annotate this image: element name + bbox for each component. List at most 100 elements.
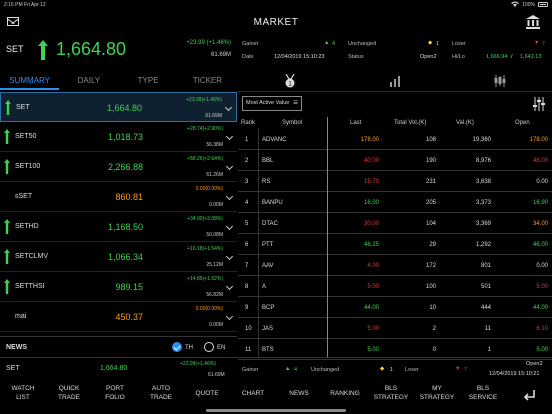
cell-last: 5.00 <box>367 347 379 353</box>
up-arrow-icon <box>4 219 10 234</box>
cell-total-vol: 104 <box>425 221 436 227</box>
index-row-name: SET50 <box>15 133 37 140</box>
chevron-down-icon[interactable] <box>225 132 234 141</box>
nav-bls-strategy[interactable]: BLS STRATEGY <box>368 381 414 408</box>
index-row[interactable]: mai 450.37 0.00(0.00%) 0.00M <box>0 302 237 332</box>
table-row[interactable]: 6 PTT 46.25 29 1,292 46.00 <box>238 234 552 255</box>
nav-label: MY <box>432 385 442 392</box>
table-row[interactable]: 2 BBL 40.00 190 8,976 48.00 <box>238 150 552 171</box>
nav-watch-list[interactable]: WATCH LIST <box>0 381 46 408</box>
table-row[interactable]: 10 JAS 5.00 2 11 6.10 <box>238 318 552 339</box>
tab-candlestick[interactable] <box>447 70 552 91</box>
table-row[interactable]: 1 ADVANC 178.00 108 19,360 178.00 <box>238 129 552 150</box>
back-button[interactable] <box>506 381 552 408</box>
tab-ticker[interactable]: TICKER <box>178 70 237 90</box>
index-name: SET <box>6 44 24 54</box>
cell-symbol: AAV <box>262 263 274 269</box>
nav-label: LIST <box>16 394 30 401</box>
chevron-down-icon[interactable] <box>225 282 234 291</box>
table-row[interactable]: 5 DTAC 30.00 104 3,369 34.00 <box>238 213 552 234</box>
candlestick-icon <box>494 74 506 87</box>
cell-last: 30.00 <box>363 221 379 227</box>
footer-index-change: +23.99(+1.46%) <box>180 361 216 367</box>
ranking-table: Rank Symbol Last Total Vol.(K) Val.(K) O… <box>238 117 552 360</box>
nav-chart[interactable]: CHART <box>230 381 276 408</box>
up-arrow-icon <box>5 100 11 115</box>
nav-bls-service[interactable]: BLS SERVICE <box>460 381 506 408</box>
sliders-icon[interactable] <box>532 97 546 111</box>
cell-last: 40.00 <box>363 158 379 164</box>
market-stats: Gainer ▲ 4 Unchanged ◆ 1 Loser ▼ 7 Date … <box>238 35 552 68</box>
index-row-last: 450.37 <box>115 312 143 322</box>
index-row[interactable]: SETTHSI 989.15 +14.85(+1.52%) 56.82M <box>0 272 237 302</box>
footer-index-volume: 61.69M <box>208 372 225 378</box>
index-row-last: 1,018.73 <box>107 132 143 142</box>
nav-quick-trade[interactable]: QUICK TRADE <box>46 381 92 408</box>
cell-val: 444 <box>480 305 491 311</box>
mail-icon[interactable] <box>7 17 19 26</box>
nav-ranking[interactable]: RANKING <box>322 381 368 408</box>
cell-open: 178.00 <box>529 137 548 143</box>
chevron-down-icon[interactable] <box>224 103 233 112</box>
index-row[interactable]: SETHD 1,168.50 +34.90(+3.08%) 50.08M <box>0 212 237 242</box>
index-row[interactable]: sSET 860.81 0.00(0.00%) 0.00M <box>0 182 237 212</box>
chevron-down-icon[interactable] <box>225 222 234 231</box>
chevron-down-icon[interactable] <box>225 312 234 321</box>
footer-index-name: SET <box>6 365 20 372</box>
table-row[interactable]: 4 BANPU 16.00 205 3,373 16.90 <box>238 192 552 213</box>
index-row[interactable]: SET100 2,266.88 +58.26(+2.64%) 61.26M <box>0 152 237 182</box>
tab-type[interactable]: TYPE <box>119 70 178 90</box>
nav-news[interactable]: NEWS <box>276 381 322 408</box>
cell-rank: 2 <box>245 158 249 164</box>
nav-my-strategy[interactable]: MY STRATEGY <box>414 381 460 408</box>
nav-port-folio[interactable]: PORT FOLIO <box>92 381 138 408</box>
cell-last: 44.00 <box>363 305 379 311</box>
tab-ranking-medal[interactable]: 1 <box>238 70 343 91</box>
index-row-volume: 50.08M <box>206 232 223 238</box>
footer-date: 12/04/2019 15:10:21 <box>489 371 540 377</box>
chevron-down-icon[interactable] <box>225 162 234 171</box>
lo-value: 1,642.13 <box>520 54 542 60</box>
table-row[interactable]: 3 RS 15.70 231 3,638 0.00 <box>238 171 552 192</box>
cell-open: 44.00 <box>532 305 548 311</box>
cell-val: 3,373 <box>475 200 491 206</box>
loser-count: 7 <box>542 41 546 47</box>
status-date: Fri Apr 12 <box>24 1 46 8</box>
index-row[interactable]: SETCLMV 1,066.34 +16.18(+1.54%) 25.12M <box>0 242 237 272</box>
index-row-name: mai <box>15 313 27 320</box>
home-indicator[interactable] <box>206 409 346 412</box>
index-row[interactable]: SET50 1,018.73 +28.74(+2.90%) 56.38M <box>0 122 237 152</box>
nav-label: NEWS <box>289 390 309 397</box>
chevron-down-icon[interactable] <box>225 252 234 261</box>
column-divider-main[interactable] <box>327 117 328 357</box>
cell-rank: 8 <box>245 284 249 290</box>
col-rank: Rank <box>241 120 256 126</box>
cell-symbol: RS <box>262 179 271 185</box>
index-summary: SET 1,664.80 +23.99 (+1.46%) 61.69M <box>0 35 237 68</box>
nav-label: TRADE <box>57 394 81 401</box>
cell-open: 0.00 <box>536 179 548 185</box>
table-row[interactable]: 8 A 5.00 100 501 5.00 <box>238 276 552 297</box>
cell-total-vol: 108 <box>425 137 436 143</box>
nav-auto-trade[interactable]: AUTO TRADE <box>138 381 184 408</box>
table-row[interactable]: 9 BCP 44.00 10 444 44.00 <box>238 297 552 318</box>
chevron-down-icon[interactable] <box>225 192 234 201</box>
nav-label: STRATEGY <box>373 394 409 401</box>
table-row[interactable]: 7 AAV 4.00 172 801 0.00 <box>238 255 552 276</box>
index-row[interactable]: SET 1,664.80 +23.99(+1.46%) 61.69M <box>0 92 237 122</box>
news-en-radio[interactable] <box>204 342 214 352</box>
index-row-volume: 56.38M <box>206 142 223 148</box>
cell-symbol: A <box>262 284 267 290</box>
tab-daily[interactable]: DAILY <box>59 70 118 90</box>
sort-dropdown[interactable]: Most Active Value ☰ <box>242 96 302 111</box>
nav-quote[interactable]: QUOTE <box>184 381 230 408</box>
index-row-name: SET100 <box>15 163 41 170</box>
footer-index-value: 1,664.80 <box>100 365 128 372</box>
index-row-last: 2,266.88 <box>107 162 143 172</box>
bottom-nav: WATCH LIST QUICK TRADE PORT FOLIO AUTO TRADE QUO… <box>0 381 552 408</box>
news-th-radio[interactable] <box>172 342 182 352</box>
bank-icon[interactable] <box>526 15 540 29</box>
index-row-name: SETHD <box>15 223 39 230</box>
tab-bar-chart[interactable] <box>343 70 448 91</box>
tab-summary[interactable]: SUMMARY <box>0 70 60 90</box>
